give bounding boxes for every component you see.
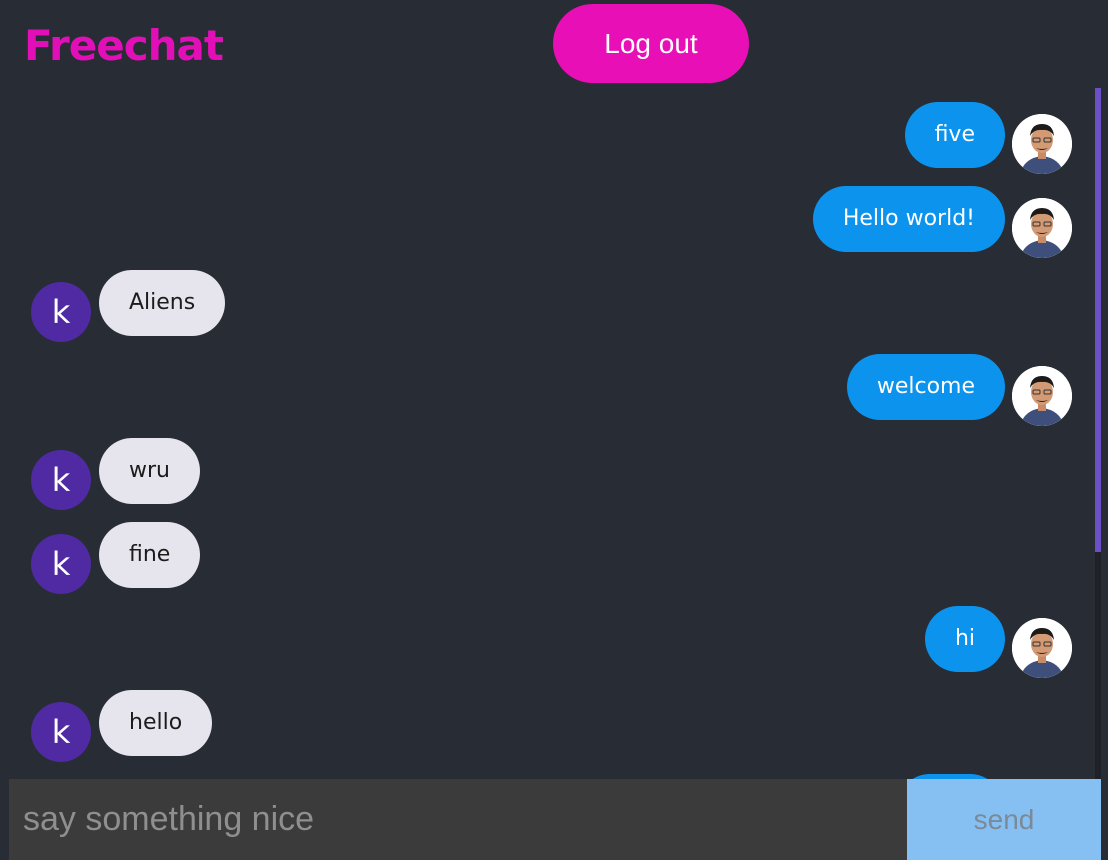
contact-avatar: k bbox=[31, 282, 91, 342]
user-avatar bbox=[1012, 198, 1072, 258]
message-text: five bbox=[934, 122, 975, 147]
contact-avatar: k bbox=[31, 450, 91, 510]
sent-message: hi bbox=[924, 606, 1005, 672]
user-photo-icon bbox=[1012, 198, 1072, 258]
user-avatar bbox=[1012, 366, 1072, 426]
brand-logo: Freechat bbox=[24, 21, 224, 70]
logout-button[interactable]: Log out bbox=[553, 4, 749, 83]
user-photo-icon bbox=[1012, 114, 1072, 174]
user-photo-icon bbox=[1012, 366, 1072, 426]
message-text: welcome bbox=[876, 374, 975, 399]
user-avatar bbox=[1012, 114, 1072, 174]
received-message: wru bbox=[99, 438, 200, 504]
send-button[interactable]: send bbox=[907, 779, 1101, 860]
header: Freechat Log out bbox=[0, 0, 1108, 88]
user-photo-icon bbox=[1012, 618, 1072, 678]
message-text: Aliens bbox=[129, 290, 196, 315]
sent-message: five bbox=[904, 102, 1005, 168]
message-text: hello bbox=[129, 710, 183, 735]
message-text: wru bbox=[129, 458, 170, 483]
message-text: fine bbox=[129, 542, 171, 567]
chat-app: Freechat Log out five Hello world! k Ali… bbox=[0, 0, 1108, 860]
chat-scrollbar[interactable] bbox=[1095, 88, 1101, 779]
message-text: hi bbox=[954, 626, 975, 651]
composer: send bbox=[9, 779, 1101, 860]
sent-message: Hello world! bbox=[812, 186, 1005, 252]
sent-message: welcome bbox=[846, 354, 1005, 420]
user-avatar bbox=[1012, 618, 1072, 678]
received-message: Aliens bbox=[99, 270, 226, 336]
message-list[interactable]: five Hello world! k Aliens welcome k wru… bbox=[0, 88, 1101, 779]
contact-avatar: k bbox=[31, 534, 91, 594]
contact-avatar: k bbox=[31, 702, 91, 762]
message-text: Hello world! bbox=[842, 206, 975, 231]
scrollbar-thumb[interactable] bbox=[1095, 88, 1101, 552]
received-message: fine bbox=[99, 522, 201, 588]
received-message: hello bbox=[99, 690, 213, 756]
message-input[interactable] bbox=[9, 779, 907, 860]
